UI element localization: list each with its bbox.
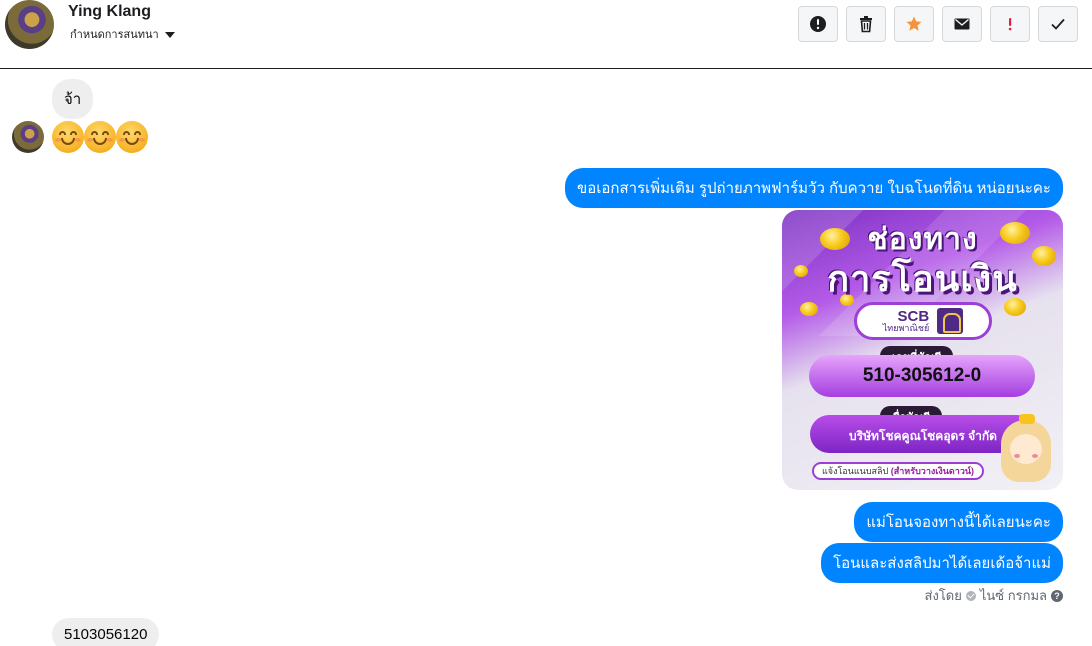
mark-unread-button[interactable] xyxy=(942,6,982,42)
sent-by-name[interactable]: ไนซ์ กรกมล xyxy=(980,585,1047,606)
outgoing-message[interactable]: ขอเอกสารเพิ่มเติม รูปถ่ายภาพฟาร์มวัว กับ… xyxy=(565,168,1063,208)
promo-title-line2: การโอนเงิน xyxy=(827,258,1018,299)
star-button[interactable] xyxy=(894,6,934,42)
sent-by-label: ส่งโดย xyxy=(924,588,962,603)
incoming-emoji-message[interactable] xyxy=(52,121,148,153)
conversation-settings-label: กำหนดการสนทนา xyxy=(70,29,159,41)
contact-avatar[interactable] xyxy=(5,0,54,49)
outgoing-message[interactable]: โอนและส่งสลิปมาได้เลยเด้อจ้าแม่ xyxy=(821,543,1063,583)
smiling-face-emoji xyxy=(116,121,148,153)
trash-icon xyxy=(860,16,872,33)
smiling-face-emoji xyxy=(84,121,116,153)
caret-down-icon xyxy=(164,31,175,38)
account-number: 510-305612-0 xyxy=(809,355,1035,397)
message-thread[interactable]: จ้า ขอเอกสารเพิ่มเติม รูปถ่ายภาพฟาร์มวัว… xyxy=(0,70,1092,646)
slip-note: แจ้งโอนแนบสลิป (สำหรับวางเงินดาวน์) xyxy=(812,462,985,480)
bank-name-thai: ไทยพาณิชย์ xyxy=(882,323,930,333)
envelope-icon xyxy=(954,18,970,30)
mascot-illustration xyxy=(1001,414,1051,482)
help-icon[interactable]: ? xyxy=(1051,589,1063,602)
sent-by-indicator: ส่งโดย ไนซ์ กรกมล ? xyxy=(925,585,1063,606)
conversation-settings-dropdown[interactable]: กำหนดการสนทนา xyxy=(70,25,175,43)
contact-avatar-small[interactable] xyxy=(12,121,44,153)
priority-button[interactable] xyxy=(990,6,1030,42)
slip-note-paren: (สำหรับวางเงินดาวน์) xyxy=(890,466,975,476)
outgoing-message[interactable]: แม่โอนจองทางนี้ได้เลยนะคะ xyxy=(854,502,1063,542)
alert-circle-icon xyxy=(810,16,826,32)
scb-logo-icon xyxy=(937,308,964,334)
incoming-message[interactable]: 5103056120 xyxy=(52,618,160,646)
mark-done-button[interactable] xyxy=(1038,6,1078,42)
contact-name[interactable]: Ying Klang xyxy=(68,3,151,21)
header-actions xyxy=(798,6,1078,42)
slip-note-prefix: แจ้งโอนแนบสลิป xyxy=(822,466,889,476)
bank-badge: SCB ไทยพาณิชย์ xyxy=(854,302,992,340)
star-icon xyxy=(906,16,922,31)
mark-spam-button[interactable] xyxy=(798,6,838,42)
check-circle-icon xyxy=(965,590,976,601)
exclamation-icon xyxy=(1008,18,1012,31)
smiling-face-emoji xyxy=(52,121,84,153)
delete-button[interactable] xyxy=(846,6,886,42)
bank-name: SCB xyxy=(897,308,930,325)
checkmark-icon xyxy=(1051,18,1065,30)
conversation-header: Ying Klang กำหนดการสนทนา xyxy=(0,0,1092,69)
transfer-info-image[interactable]: ช่องทาง การโอนเงิน SCB ไทยพาณิชย์ เลขที่… xyxy=(782,210,1063,490)
incoming-message[interactable]: จ้า xyxy=(52,79,94,119)
